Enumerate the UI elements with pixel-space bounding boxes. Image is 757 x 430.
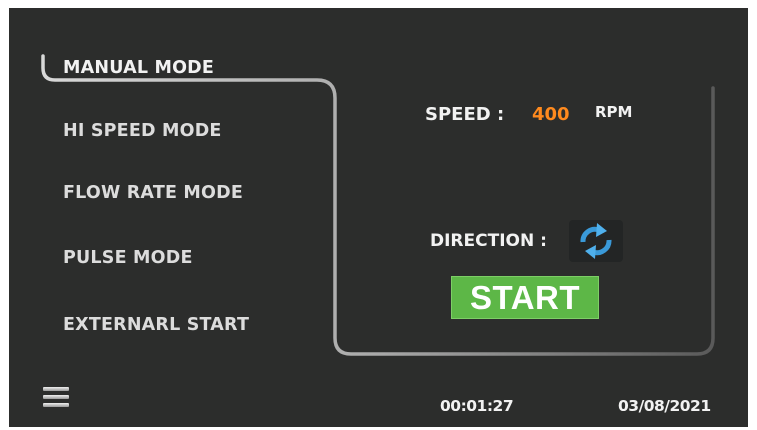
hmi-screen: MANUAL MODE HI SPEED MODE FLOW RATE MODE… xyxy=(9,8,748,427)
speed-value[interactable]: 400 xyxy=(532,104,570,125)
mode-tab-pulse[interactable]: PULSE MODE xyxy=(63,248,193,268)
clock-time: 00:01:27 xyxy=(440,397,514,415)
mode-tab-external-start[interactable]: EXTERNARL START xyxy=(63,315,249,335)
hamburger-menu-icon[interactable] xyxy=(43,387,69,413)
speed-unit: RPM xyxy=(595,103,633,121)
direction-label: DIRECTION : xyxy=(430,231,547,251)
status-bar: 00:01:27 03/08/2021 xyxy=(9,380,748,427)
mode-tab-hi-speed[interactable]: HI SPEED MODE xyxy=(63,121,222,141)
mode-tab-manual[interactable]: MANUAL MODE xyxy=(63,58,214,78)
clock-date: 03/08/2021 xyxy=(618,397,711,415)
rotate-arrows-icon[interactable] xyxy=(569,220,623,262)
mode-tab-flow-rate[interactable]: FLOW RATE MODE xyxy=(63,183,243,203)
speed-label: SPEED : xyxy=(425,104,505,125)
start-button[interactable]: START xyxy=(451,276,599,319)
